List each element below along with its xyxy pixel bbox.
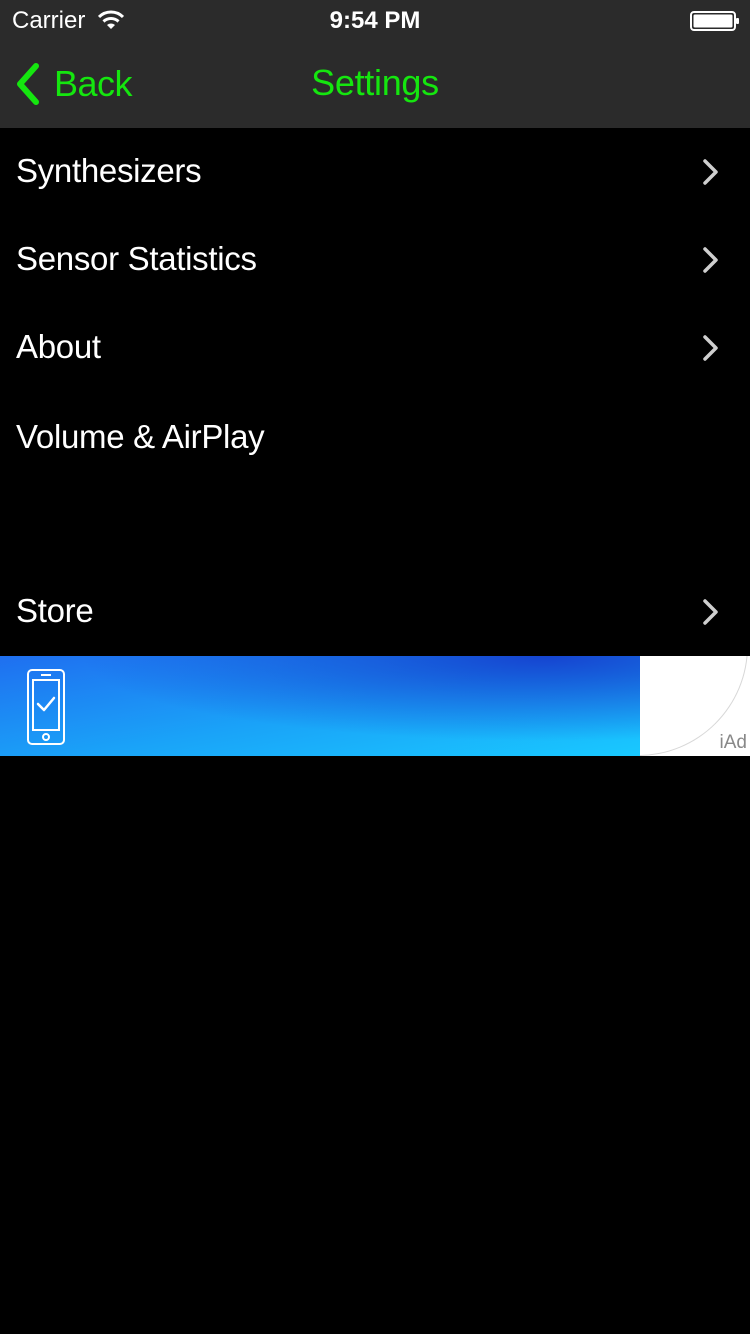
- settings-row-sensor-statistics[interactable]: Sensor Statistics: [0, 216, 750, 304]
- chevron-right-icon: [703, 159, 718, 185]
- chevron-right-icon: [703, 335, 718, 361]
- phone-check-icon: [27, 669, 65, 745]
- row-label: Volume & AirPlay: [16, 418, 265, 455]
- status-time: 9:54 PM: [329, 7, 421, 34]
- navigation-bar: Back Settings: [0, 40, 750, 128]
- row-label: Synthesizers: [16, 152, 202, 189]
- iad-badge: iAd: [719, 732, 747, 753]
- settings-row-store[interactable]: Store: [0, 568, 750, 656]
- ad-corner-panel: iAd: [640, 656, 750, 756]
- page-title: Settings: [311, 62, 439, 103]
- top-bar: Carrier 9:54 PM Back Settings: [0, 0, 750, 128]
- settings-row-synthesizers[interactable]: Synthesizers: [0, 128, 750, 216]
- row-label: Sensor Statistics: [16, 240, 257, 277]
- settings-row-volume-airplay[interactable]: Volume & AirPlay: [0, 394, 750, 482]
- settings-screen: Carrier 9:54 PM Back Settings Synthesize…: [0, 0, 750, 1334]
- status-bar: Carrier 9:54 PM: [0, 0, 750, 40]
- settings-row-about[interactable]: About: [0, 304, 750, 392]
- ad-background: [0, 656, 640, 756]
- iad-banner[interactable]: iAd: [0, 656, 750, 756]
- battery-icon: [690, 11, 739, 31]
- chevron-right-icon: [703, 247, 718, 273]
- row-label: About: [16, 328, 101, 365]
- row-label: Store: [16, 592, 94, 629]
- chevron-right-icon: [703, 599, 718, 625]
